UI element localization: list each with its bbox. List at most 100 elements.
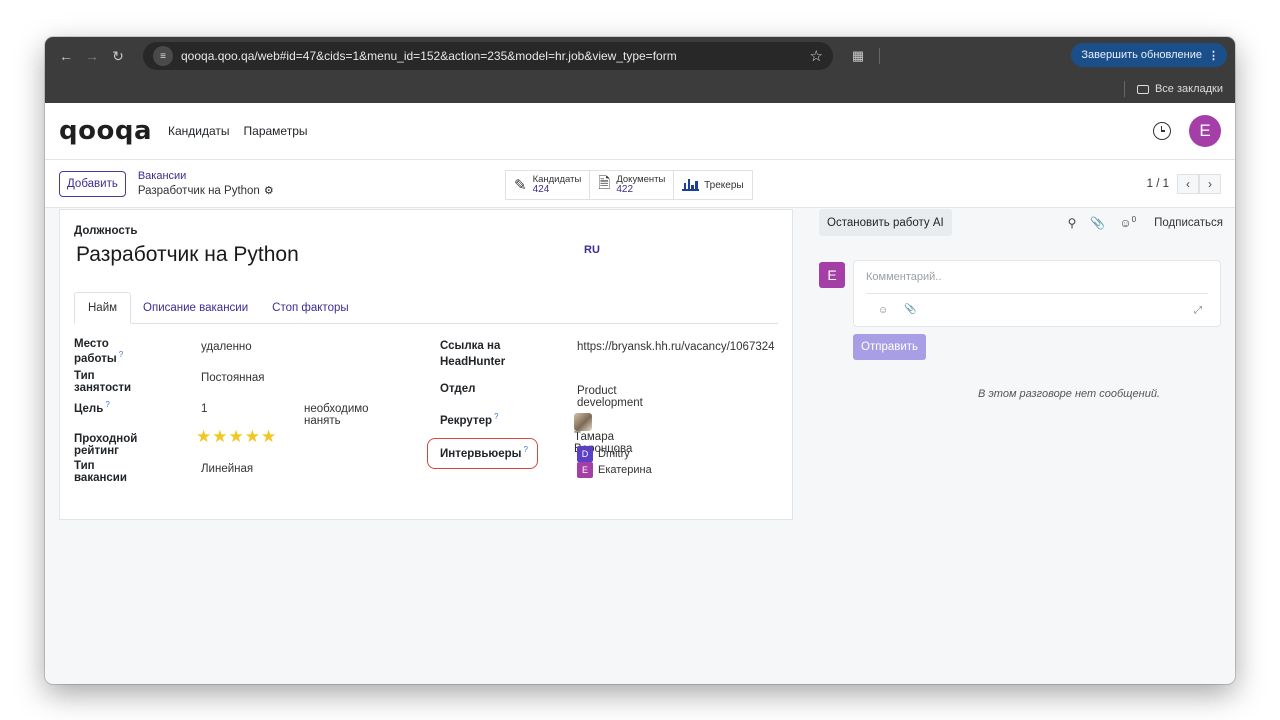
document-icon: 🗎 xyxy=(598,174,611,192)
trackers-smart-button[interactable]: Трекеры xyxy=(674,171,751,199)
forward-icon[interactable]: → xyxy=(79,43,105,69)
tab-description[interactable]: Описание вакансии xyxy=(131,292,260,323)
language-button[interactable]: RU xyxy=(584,244,600,256)
vacancy-type-field[interactable]: Линейная xyxy=(201,463,253,475)
finish-update-button[interactable]: Завершить обновление ⋮ xyxy=(1071,43,1227,67)
candidates-smart-count: 424 xyxy=(532,184,550,195)
send-button[interactable]: Отправить xyxy=(853,334,927,360)
workplace-label: Место работы? xyxy=(74,338,124,365)
chatter-toolbar: ⚲ 📎 ☺0 Подписаться xyxy=(1054,215,1223,230)
breadcrumb: Вакансии Разработчик на Python ⚙ xyxy=(138,170,274,198)
address-bar[interactable]: ≡ qooqa.qoo.qa/web#id=47&cids=1&menu_id=… xyxy=(143,42,833,70)
toolbar-divider xyxy=(879,48,880,64)
finish-update-label: Завершить обновление xyxy=(1081,49,1202,61)
browser-toolbar: ← → ↻ ≡ qooqa.qoo.qa/web#id=47&cids=1&me… xyxy=(45,37,1235,75)
avatar: E xyxy=(577,462,593,478)
activity-clock-icon[interactable] xyxy=(1153,122,1171,140)
gear-icon[interactable]: ⚙ xyxy=(264,185,274,197)
pager-prev-icon[interactable]: ‹ xyxy=(1177,174,1199,194)
help-icon[interactable]: ? xyxy=(494,412,498,421)
form-tabs: Найм Описание вакансии Стоп факторы xyxy=(74,292,778,324)
menu-candidates[interactable]: Кандидаты xyxy=(168,124,230,138)
headhunter-link-field[interactable]: https://bryansk.hh.ru/vacancy/1067324 xyxy=(577,341,782,353)
emoji-icon[interactable]: ☺ xyxy=(878,305,888,316)
browser-window: ← → ↻ ≡ qooqa.qoo.qa/web#id=47&cids=1&me… xyxy=(45,37,1235,684)
candidates-smart-button[interactable]: ✎ Кандидаты 424 xyxy=(506,171,591,199)
rating-stars[interactable]: ★★★★★ xyxy=(196,427,277,447)
trackers-smart-label: Трекеры xyxy=(704,179,744,191)
comment-composer[interactable]: Комментарий.. ☺ 📎 ⤢ xyxy=(853,260,1221,327)
pager: 1 / 1 ‹ › xyxy=(1147,174,1221,194)
avatar: D xyxy=(577,446,593,462)
bar-chart-icon xyxy=(682,179,700,191)
paperclip-icon[interactable]: 📎 xyxy=(1090,216,1105,230)
job-title[interactable]: Разработчик на Python xyxy=(76,243,299,267)
url-text[interactable]: qooqa.qoo.qa/web#id=47&cids=1&menu_id=15… xyxy=(181,49,810,63)
pencil-icon: ✎ xyxy=(514,177,527,194)
search-icon[interactable]: ⚲ xyxy=(1068,216,1077,230)
tab-stop-factors[interactable]: Стоп факторы xyxy=(260,292,360,323)
interviewer-tag[interactable]: D Dmitry xyxy=(577,446,630,462)
employment-type-label: Тип занятости xyxy=(74,370,132,394)
highlight-annotation xyxy=(427,438,538,469)
app-logo[interactable]: qooqa xyxy=(59,116,152,146)
documents-smart-button[interactable]: 🗎 Документы 422 xyxy=(590,171,675,199)
breadcrumb-current: Разработчик на Python xyxy=(137,184,260,197)
help-icon[interactable]: ? xyxy=(119,350,123,359)
pager-value[interactable]: 1 / 1 xyxy=(1147,178,1169,190)
comment-input[interactable]: Комментарий.. xyxy=(866,271,941,283)
star-icon[interactable]: ★ xyxy=(245,427,261,446)
help-icon[interactable]: ? xyxy=(105,400,109,409)
control-panel: Добавить Вакансии Разработчик на Python ⚙… xyxy=(45,160,1235,208)
documents-smart-count: 422 xyxy=(616,184,634,195)
department-field[interactable]: Product development xyxy=(577,385,643,409)
folder-icon xyxy=(1136,84,1149,94)
position-label: Должность xyxy=(74,225,138,237)
bookmarks-bar: Все закладки xyxy=(45,75,1235,103)
star-icon[interactable]: ★ xyxy=(212,427,228,446)
browser-chrome: ← → ↻ ≡ qooqa.qoo.qa/web#id=47&cids=1&me… xyxy=(45,37,1235,103)
tab-hiring[interactable]: Найм xyxy=(74,292,132,324)
interviewer-tag[interactable]: E Екатерина xyxy=(577,462,652,478)
reload-icon[interactable]: ↻ xyxy=(105,43,131,69)
workplace-field[interactable]: удаленно xyxy=(201,341,252,353)
form-sheet: Должность Разработчик на Python RU Найм … xyxy=(59,209,793,520)
follow-button[interactable]: Подписаться xyxy=(1154,217,1223,229)
star-icon[interactable]: ★ xyxy=(196,427,212,446)
user-avatar[interactable]: E xyxy=(1189,115,1221,147)
back-icon[interactable]: ← xyxy=(53,43,79,69)
site-settings-icon[interactable]: ≡ xyxy=(153,46,173,66)
attach-icon[interactable]: 📎 xyxy=(904,304,916,315)
kebab-menu-icon[interactable]: ⋮ xyxy=(1208,49,1219,62)
bookmarks-divider xyxy=(1123,81,1125,97)
department-label: Отдел xyxy=(440,383,476,395)
avatar: E xyxy=(819,262,845,288)
composer-divider xyxy=(866,293,1208,294)
add-button[interactable]: Добавить xyxy=(59,170,126,197)
recruiter-avatar xyxy=(574,413,592,431)
vacancy-type-label: Тип вакансии xyxy=(74,460,127,484)
translate-icon[interactable]: ▦ xyxy=(847,45,869,67)
all-bookmarks-link[interactable]: Все закладки xyxy=(1155,83,1223,95)
smart-buttons: ✎ Кандидаты 424 🗎 Документы 422 Трекеры xyxy=(505,170,753,200)
recruiter-label: Рекрутер? xyxy=(440,412,499,427)
target-suffix: необходимо нанять xyxy=(304,403,369,427)
app-navbar: qooqa Кандидаты Параметры E xyxy=(45,103,1235,160)
star-icon[interactable]: ★ xyxy=(229,427,245,446)
stop-ai-button[interactable]: Остановить работу AI xyxy=(819,209,952,236)
chatter-panel: Остановить работу AI ⚲ 📎 ☺0 Подписаться … xyxy=(819,209,1223,669)
pager-next-icon[interactable]: › xyxy=(1199,174,1221,194)
target-field[interactable]: 1 xyxy=(201,403,207,415)
breadcrumb-vacancies-link[interactable]: Вакансии xyxy=(138,170,274,183)
followers-icon[interactable]: ☺0 xyxy=(1119,215,1136,230)
menu-parameters[interactable]: Параметры xyxy=(244,124,308,138)
headhunter-link-label: Ссылка на HeadHunter xyxy=(440,340,506,368)
bookmark-star-icon[interactable]: ☆ xyxy=(810,47,823,65)
star-icon[interactable]: ★ xyxy=(261,427,277,446)
interviewers-field[interactable]: D Dmitry E Екатерина xyxy=(577,446,664,478)
passing-rating-label: Проходной рейтинг xyxy=(74,433,138,457)
employment-type-field[interactable]: Постоянная xyxy=(201,372,265,384)
expand-icon[interactable]: ⤢ xyxy=(1194,305,1202,316)
empty-conversation-text: В этом разговоре нет сообщений. xyxy=(977,388,1160,400)
target-label: Цель? xyxy=(74,400,110,415)
